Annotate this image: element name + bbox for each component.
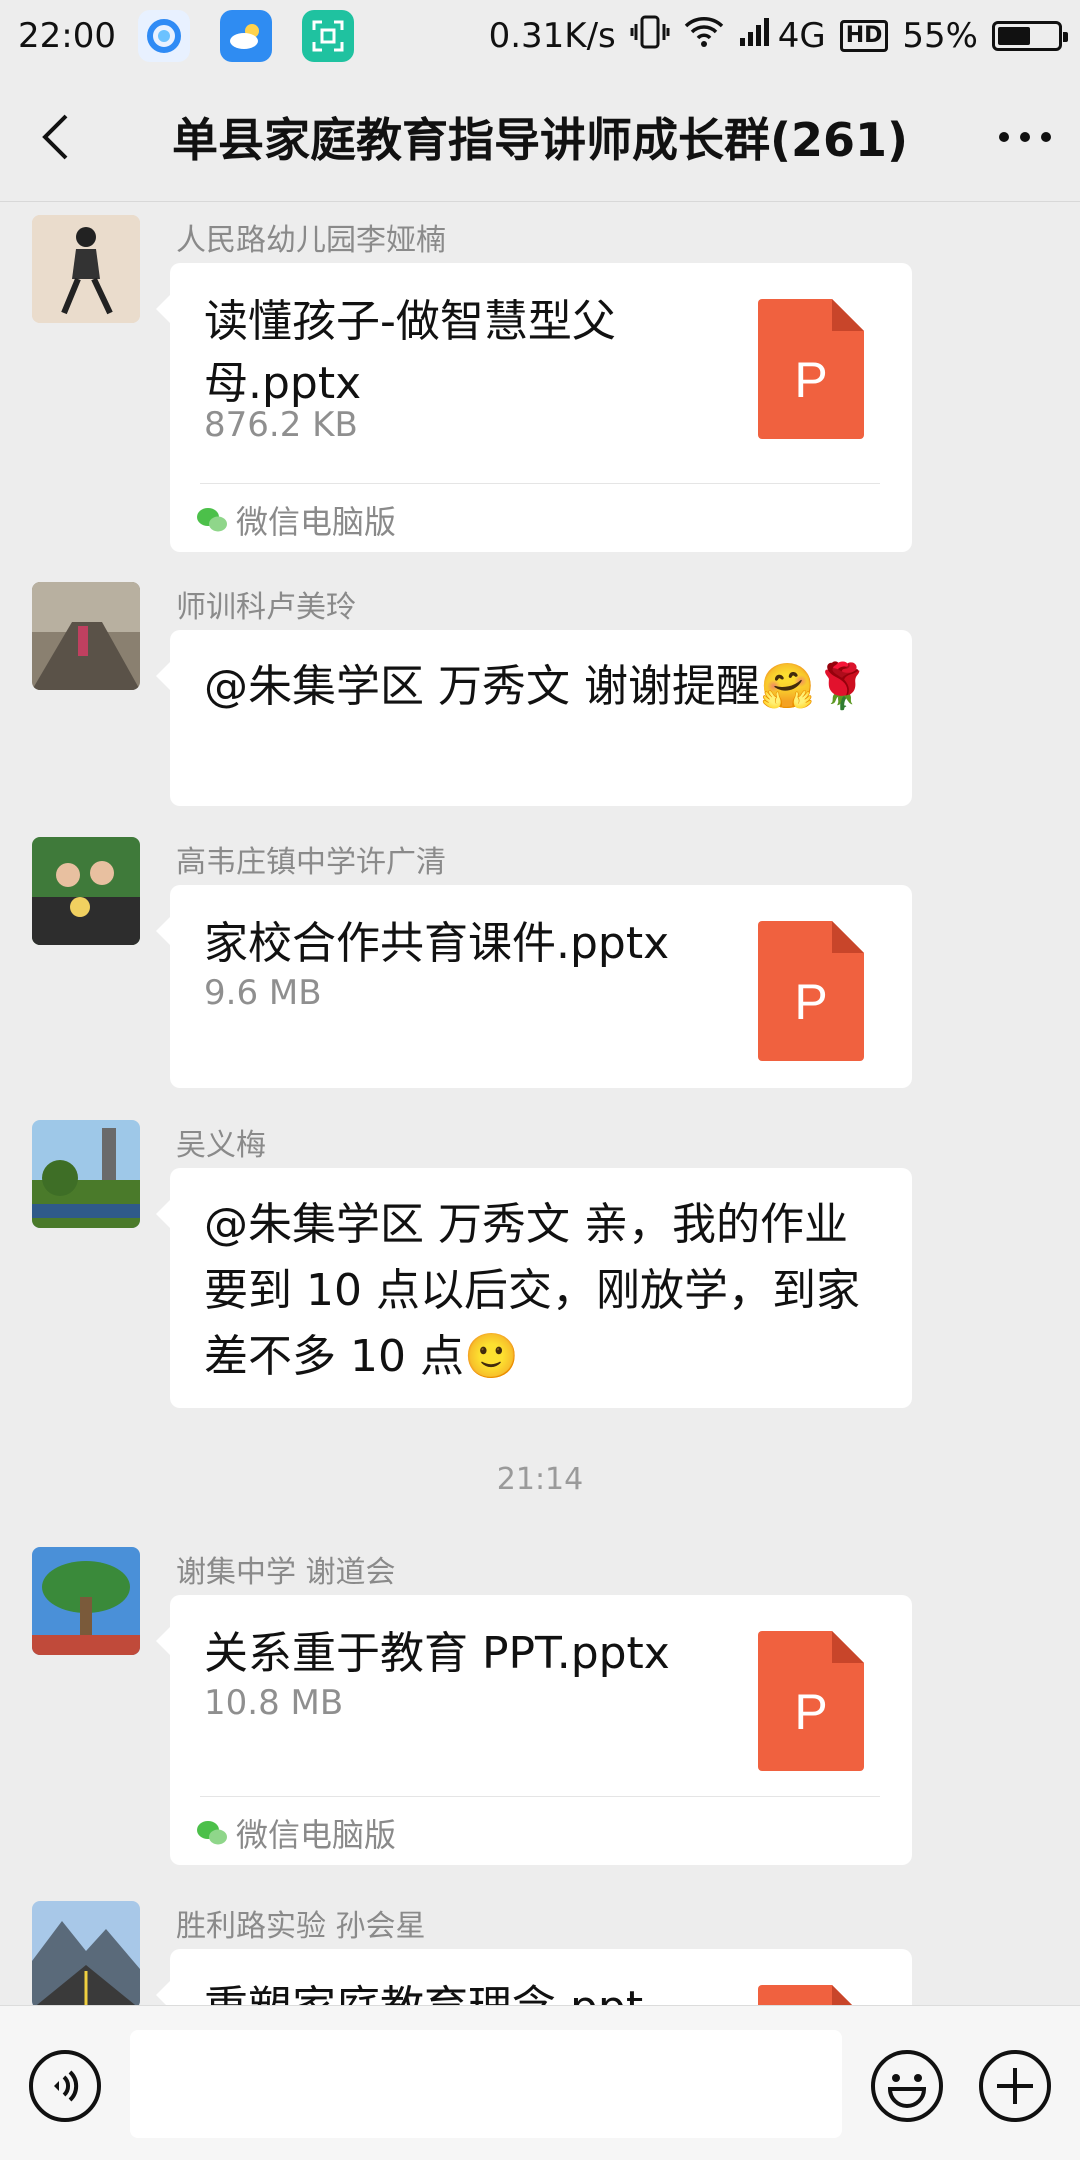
ppt-badge: P [794, 1684, 827, 1740]
file-message-bubble[interactable]: 家校合作共育课件.pptx 9.6 MB P [156, 885, 912, 1088]
more-button[interactable] [970, 72, 1080, 202]
ppt-file-icon: P [758, 921, 864, 1061]
file-source-label: 微信电脑版 [236, 1816, 397, 1854]
vibrate-icon [630, 14, 670, 59]
signal-icon [738, 16, 774, 57]
chat-message: 高韦庄镇中学许广清 家校合作共育课件.pptx 9.6 MB P [0, 825, 1080, 1105]
file-source-label: 微信电脑版 [236, 503, 397, 541]
battery-level [998, 27, 1030, 45]
text-message-bubble[interactable]: @朱集学区 万秀文 亲，我的作业要到 10 点以后交，刚放学，到家差不多 10 … [156, 1168, 912, 1408]
avatar[interactable] [32, 582, 140, 690]
time-divider: 21:14 [496, 1462, 584, 1497]
file-name: 重塑家庭教育理念.ppt [204, 1977, 704, 2005]
sender-name: 人民路幼儿园李娅楠 [176, 223, 446, 258]
weather-app-icon [219, 10, 272, 62]
file-message-bubble[interactable]: 重塑家庭教育理念.ppt P [156, 1949, 912, 2005]
chat-message: 胜利路实验 孙会星 重塑家庭教育理念.ppt P [0, 1889, 1080, 2005]
chat-messages[interactable]: 人民路幼儿园李娅楠 读懂孩子-做智慧型父母.pptx 876.2 KB P 微信… [0, 203, 1080, 2005]
file-name: 家校合作共育课件.pptx [204, 918, 670, 969]
chat-message: 师训科卢美玲 @朱集学区 万秀文 谢谢提醒🤗🌹 [0, 570, 1080, 820]
file-name: 读懂孩子-做智慧型父母.pptx [204, 296, 616, 409]
file-name: 关系重于教育 PPT.pptx [204, 1628, 670, 1679]
sender-name: 师训科卢美玲 [176, 590, 356, 625]
file-size: 9.6 MB [204, 973, 322, 1013]
status-bar: 22:00 0.31K/s 4G HD 55% [0, 0, 1080, 72]
more-dots-icon [999, 131, 1051, 142]
voice-icon [29, 2050, 101, 2122]
ppt-file-icon: P [758, 1631, 864, 1771]
network-type: 4G [777, 16, 826, 56]
avatar[interactable] [32, 1547, 140, 1655]
sender-name: 谢集中学 谢道会 [176, 1555, 396, 1590]
sender-name: 吴义梅 [176, 1128, 266, 1163]
status-indicators: 0.31K/s 4G HD 55% [488, 14, 1068, 59]
chevron-left-icon [42, 114, 68, 159]
sender-name: 高韦庄镇中学许广清 [176, 845, 446, 880]
chat-message: 吴义梅 @朱集学区 万秀文 亲，我的作业要到 10 点以后交，刚放学，到家差不多… [0, 1108, 1080, 1418]
emoji-icon [871, 2050, 943, 2122]
emoji-button[interactable] [870, 2049, 944, 2123]
file-message-bubble[interactable]: 读懂孩子-做智慧型父母.pptx 876.2 KB P 微信电脑版 [156, 263, 912, 552]
wechat-icon [197, 1821, 227, 1845]
message-text: @朱集学区 万秀文 谢谢提醒🤗🌹 [204, 661, 870, 712]
file-source: 微信电脑版 [196, 497, 396, 543]
divider [200, 1796, 880, 1797]
text-message-bubble[interactable]: @朱集学区 万秀文 谢谢提醒🤗🌹 [156, 630, 912, 806]
file-size: 876.2 KB [204, 405, 358, 445]
browser-app-icon [137, 10, 190, 62]
battery-icon [992, 21, 1068, 51]
divider [200, 483, 880, 484]
wifi-icon [684, 16, 724, 57]
chat-message: 人民路幼儿园李娅楠 读懂孩子-做智慧型父母.pptx 876.2 KB P 微信… [0, 203, 1080, 558]
sender-name: 胜利路实验 孙会星 [176, 1909, 426, 1944]
chat-header: 单县家庭教育指导讲师成长群(261) [0, 72, 1080, 202]
avatar[interactable] [32, 1901, 140, 2005]
wechat-group-chat-screen: 22:00 0.31K/s 4G HD 55% 单县家庭教育指导讲师成长群(26… [0, 0, 1080, 2160]
ppt-badge: P [794, 352, 827, 408]
more-functions-button[interactable] [978, 2049, 1052, 2123]
scanner-app-icon [301, 10, 354, 62]
back-button[interactable] [0, 72, 110, 202]
message-text: @朱集学区 万秀文 亲，我的作业要到 10 点以后交，刚放学，到家差不多 10 … [204, 1199, 860, 1382]
input-bar [0, 2005, 1080, 2160]
status-time: 22:00 [18, 16, 116, 56]
voice-button[interactable] [28, 2049, 102, 2123]
ppt-badge: P [794, 974, 827, 1030]
plus-icon [979, 2050, 1051, 2122]
hd-badge: HD [839, 20, 889, 52]
battery-percent: 55% [902, 16, 978, 56]
group-title: 单县家庭教育指导讲师成长群(261) [171, 112, 909, 167]
avatar[interactable] [32, 215, 140, 323]
ppt-file-icon: P [758, 1985, 864, 2005]
file-size: 10.8 MB [204, 1683, 344, 1723]
network-speed: 0.31K/s [488, 16, 616, 56]
avatar[interactable] [32, 837, 140, 945]
file-message-bubble[interactable]: 关系重于教育 PPT.pptx 10.8 MB P 微信电脑版 [156, 1595, 912, 1865]
file-source: 微信电脑版 [196, 1810, 396, 1856]
message-input[interactable] [130, 2030, 842, 2138]
avatar[interactable] [32, 1120, 140, 1228]
wechat-icon [197, 508, 227, 532]
chat-message: 谢集中学 谢道会 关系重于教育 PPT.pptx 10.8 MB P 微信电脑版 [0, 1535, 1080, 1890]
ppt-file-icon: P [758, 299, 864, 439]
